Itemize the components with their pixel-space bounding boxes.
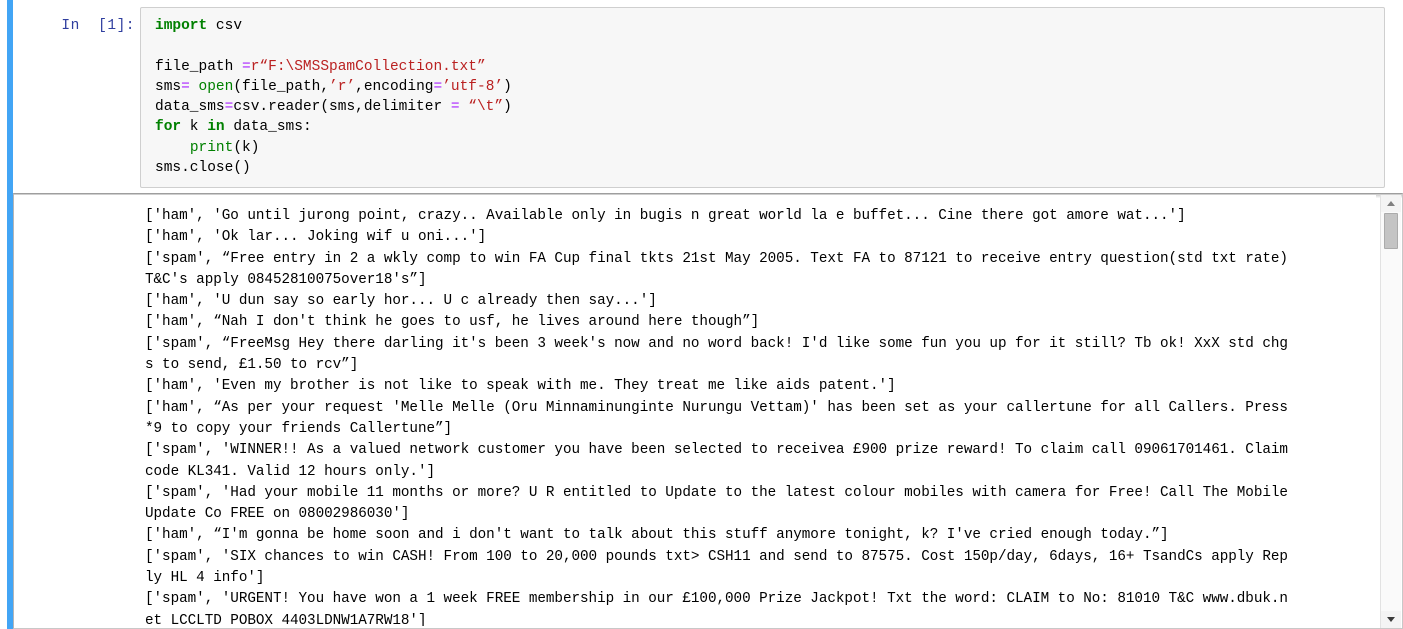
code-line: import csv — [155, 16, 512, 36]
output-line: ['spam', “Free entry in 2 a wkly comp to… — [145, 250, 1288, 267]
code-token-plain: ) — [503, 99, 512, 116]
output-line: ly HL 4 info'] — [145, 570, 265, 587]
code-token-plain: sms.close() — [155, 160, 251, 177]
code-token-plain: (k) — [233, 139, 260, 156]
code-token-op: = — [242, 58, 251, 75]
code-token-plain: (file_path, — [233, 78, 330, 95]
output-line: ['ham', 'Go until jurong point, crazy.. … — [145, 208, 1186, 224]
code-token-plain: csv.reader(sms,delimiter — [233, 99, 451, 116]
output-line: ['spam', 'WINNER!! As a valued network c… — [145, 442, 1288, 459]
code-token-str: “\t” — [468, 99, 504, 116]
code-token-op: = — [450, 99, 460, 116]
code-token-plain: file_path — [155, 58, 243, 75]
code-token-op: = — [181, 78, 190, 95]
code-line: print(k) — [155, 138, 512, 158]
output-line: ['ham', 'Even my brother is not like to … — [145, 378, 896, 395]
code-token-str: ’utf-8’ — [442, 78, 504, 95]
output-line: T&C's apply 08452810075over18's”] — [145, 271, 427, 288]
output-line: ['ham', “Nah I don't think he goes to us… — [145, 314, 760, 331]
code-source[interactable]: import csv file_path =r“F:\SMSSpamCollec… — [155, 16, 512, 178]
chevron-up-icon — [1387, 201, 1395, 206]
output-line: ['ham', “As per your request 'Melle Mell… — [145, 399, 1288, 416]
output-line: ['spam', “FreeMsg Hey there darling it's… — [145, 335, 1288, 352]
code-line: data_sms=csv.reader(sms,delimiter = “\t”… — [155, 97, 512, 117]
output-line: ['spam', 'SIX chances to win CASH! From … — [145, 548, 1288, 565]
code-token-str: ’r’ — [329, 78, 356, 95]
code-token-plain: data_sms: — [224, 119, 312, 136]
output-line: Update Co FREE on 08002986030'] — [145, 506, 410, 523]
code-token-plain: data_sms — [155, 99, 225, 116]
code-token-plain: sms — [155, 78, 182, 95]
scroll-up-button[interactable] — [1381, 195, 1401, 212]
code-token-str: r“F:\SMSSpamCollection.txt” — [250, 58, 486, 75]
scrollbar-thumb[interactable] — [1384, 213, 1398, 249]
code-token-plain: ,encoding — [355, 78, 434, 95]
code-token-kw: import — [155, 18, 208, 34]
code-token-plain: ) — [503, 78, 512, 95]
code-line: sms.close() — [155, 158, 512, 178]
code-line: for k in data_sms: — [155, 117, 512, 137]
code-token-builtin: open — [198, 78, 234, 95]
code-token-plain: csv — [207, 18, 243, 34]
code-line: sms= open(file_path,’r’,encoding=’utf-8’… — [155, 77, 512, 97]
code-token-builtin: print — [189, 139, 234, 156]
output-stdout-text: ['ham', 'Go until jurong point, crazy.. … — [145, 206, 1288, 628]
jupyter-notebook-view: In [1]: import csv file_path =r“F:\SMSSp… — [0, 0, 1403, 629]
output-line: ['ham', 'U dun say so early hor... U c a… — [145, 293, 657, 310]
code-token-op: = — [433, 78, 443, 95]
output-line: ['ham', 'Ok lar... Joking wif u oni...'] — [145, 229, 487, 246]
code-token-plain: k — [181, 119, 208, 136]
output-line: ['ham', “I'm gonna be home soon and i do… — [145, 527, 1169, 544]
output-vertical-scrollbar[interactable] — [1380, 195, 1401, 628]
output-line: *9 to copy your friends Callertune”] — [145, 420, 453, 437]
output-bottom-clip — [15, 626, 1380, 628]
output-line: ['spam', 'URGENT! You have won a 1 week … — [145, 591, 1288, 608]
chevron-down-icon — [1387, 617, 1395, 622]
cell-input-prompt[interactable]: In [1]: — [13, 16, 135, 36]
output-line: code KL341. Valid 12 hours only.'] — [145, 463, 436, 480]
scrollbar-track[interactable] — [1381, 212, 1401, 611]
scroll-down-button[interactable] — [1381, 611, 1401, 628]
output-scroll-pane[interactable]: ['ham', 'Go until jurong point, crazy.. … — [14, 195, 1376, 628]
code-cell[interactable]: In [1]: import csv file_path =r“F:\SMSSp… — [13, 0, 1403, 195]
cell-output-area: ['ham', 'Go until jurong point, crazy.. … — [13, 193, 1403, 629]
code-editor[interactable]: import csv file_path =r“F:\SMSSpamCollec… — [140, 7, 1385, 188]
code-line: file_path =r“F:\SMSSpamCollection.txt” — [155, 57, 512, 77]
output-line: ['spam', 'Had your mobile 11 months or m… — [145, 484, 1288, 501]
code-token-kw: in — [207, 119, 225, 136]
output-line: s to send, £1.50 to rcv”] — [145, 357, 359, 374]
code-token-kw: for — [155, 119, 182, 136]
